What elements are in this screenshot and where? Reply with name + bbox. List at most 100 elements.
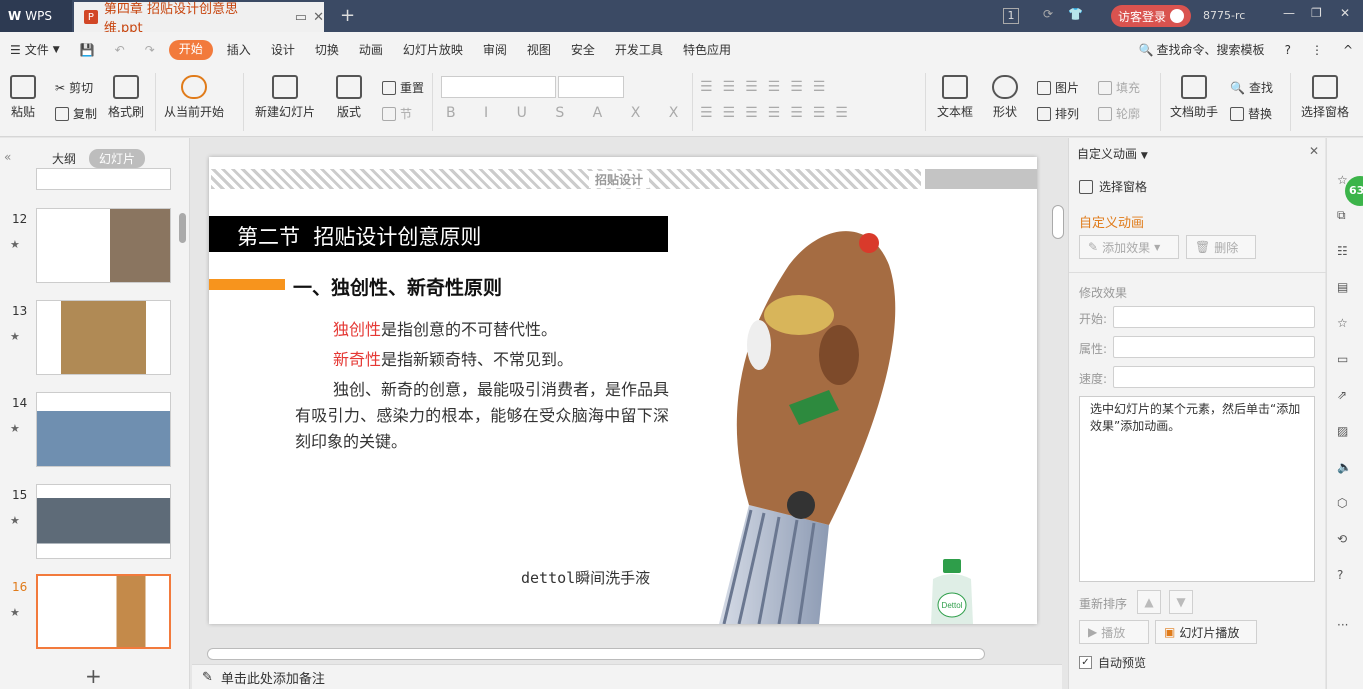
tab-review[interactable]: 审阅 (473, 32, 517, 67)
more-icon[interactable]: ⋮ (1301, 32, 1333, 67)
audio-icon[interactable]: 🔈 (1337, 460, 1352, 474)
archive-icon[interactable]: ▭ (1337, 352, 1348, 366)
select-pane-button[interactable]: 选择窗格 (1301, 75, 1349, 120)
speed-select[interactable] (1113, 366, 1315, 388)
slide-thumb[interactable] (36, 208, 171, 283)
avatar-icon (1170, 9, 1184, 23)
collapse-ribbon-icon[interactable]: ^ (1333, 32, 1363, 67)
backup-icon[interactable]: ▤ (1337, 280, 1348, 294)
tab-design[interactable]: 设计 (261, 32, 305, 67)
slideshow-button[interactable]: ▣ 幻灯片播放 (1155, 620, 1257, 644)
file-menu[interactable]: ☰ 文件 ▼ (0, 32, 70, 67)
tab-features[interactable]: 特色应用 (673, 32, 741, 67)
property-select[interactable] (1113, 336, 1315, 358)
from-current-button[interactable]: 从当前开始 (164, 75, 224, 120)
tab-view[interactable]: 视图 (517, 32, 561, 67)
effects-list[interactable]: 选中幻灯片的某个元素，然后单击“添加效果”添加动画。 (1079, 396, 1315, 582)
new-slide-button[interactable]: 新建幻灯片 (255, 75, 315, 120)
close-tab-icon[interactable]: ✕ (313, 10, 324, 25)
quick-redo-icon[interactable]: ↷ (135, 32, 165, 67)
auto-preview-checkbox[interactable]: ✓ 自动预览 (1079, 654, 1146, 671)
slide-thumb[interactable] (36, 484, 171, 559)
quick-save-icon[interactable]: 💾 (70, 32, 105, 67)
outline-button[interactable]: 轮廓 (1098, 105, 1140, 122)
textbox-label: 文本框 (937, 105, 974, 119)
tab-transition[interactable]: 切换 (305, 32, 349, 67)
tab-animation[interactable]: 动画 (349, 32, 393, 67)
add-slide-button[interactable]: + (85, 664, 102, 688)
tab-security[interactable]: 安全 (561, 32, 605, 67)
tab-home[interactable]: 开始 (168, 39, 213, 60)
doc-assistant-button[interactable]: 文档助手 (1170, 75, 1218, 120)
help-icon[interactable]: ? (1337, 568, 1343, 582)
search-command[interactable]: 🔍 查找命令、搜索模板 (1129, 32, 1275, 67)
slide-thumb[interactable] (36, 392, 171, 467)
font-style-buttons[interactable]: B I U S A X X (446, 105, 690, 121)
add-effect-button[interactable]: ✎ 添加效果 ▼ (1079, 235, 1179, 259)
wps-home-tab[interactable]: W WPS (0, 0, 72, 32)
animation-icon[interactable]: ☆ (1337, 173, 1348, 187)
tab-insert[interactable]: 插入 (217, 32, 261, 67)
cut-button[interactable]: ✂ 剪切 (55, 79, 93, 96)
skin-icon[interactable]: 👕 (1068, 7, 1083, 21)
tab-count-badge[interactable]: 1 (1003, 8, 1019, 24)
textbox-button[interactable]: 文本框 (937, 75, 973, 120)
quick-undo-icon[interactable]: ↶ (105, 32, 135, 67)
panel-header[interactable]: 自定义动画 ▼ (1077, 145, 1148, 162)
shape-button[interactable]: 形状 (992, 75, 1018, 120)
tab-outline[interactable]: 大纲 (52, 150, 76, 167)
properties-icon[interactable]: ☷ (1337, 244, 1348, 258)
minimize-icon[interactable]: — (1283, 6, 1295, 20)
image-icon[interactable]: ▨ (1337, 424, 1348, 438)
new-tab-button[interactable]: + (340, 5, 355, 26)
replace-button[interactable]: 替换 (1230, 105, 1272, 122)
slide-thumb[interactable] (36, 300, 171, 375)
document-tab[interactable]: P 第四章 招贴设计创意思维.ppt ▭ ✕ (74, 2, 324, 36)
layout-button[interactable]: 版式 (336, 75, 362, 120)
format-painter-button[interactable]: 格式刷 (108, 75, 144, 120)
move-down-button[interactable]: ▼ (1169, 590, 1193, 614)
favorite-icon[interactable]: ☆ (1337, 316, 1348, 330)
tab-slideshow[interactable]: 幻灯片放映 (393, 32, 473, 67)
reset-button[interactable]: 重置 (382, 79, 424, 96)
login-button[interactable]: 访客登录 (1111, 5, 1191, 27)
close-window-icon[interactable]: ✕ (1340, 6, 1350, 20)
collapse-panel-icon[interactable]: « (4, 150, 11, 164)
vertical-scrollbar[interactable] (1052, 205, 1064, 239)
find-button[interactable]: 🔍 查找 (1230, 79, 1273, 96)
help-icon[interactable]: ? (1275, 32, 1301, 67)
align-buttons[interactable]: ☰☰☰☰☰☰☰ (700, 105, 858, 121)
play-button[interactable]: ▶ 播放 (1079, 620, 1149, 644)
sync-icon[interactable]: ⟳ (1043, 7, 1053, 21)
start-select[interactable] (1113, 306, 1315, 328)
paragraph-buttons[interactable]: ☰☰☰☰☰☰ (700, 79, 835, 95)
delete-button[interactable]: 🗑 删除 (1186, 235, 1256, 259)
window-icon[interactable]: ▭ (295, 10, 307, 25)
restore-icon[interactable]: ❐ (1311, 6, 1322, 20)
tab-slides[interactable]: 幻灯片 (89, 149, 146, 168)
close-panel-icon[interactable]: ✕ (1309, 144, 1319, 158)
select-pane-link[interactable]: 选择窗格 (1079, 178, 1147, 195)
arrange-button[interactable]: 排列 (1037, 105, 1079, 122)
horizontal-scrollbar[interactable] (207, 648, 985, 660)
transition-icon[interactable]: ⧉ (1337, 208, 1346, 223)
shield-icon[interactable]: ⬡ (1337, 496, 1347, 510)
panel-scrollbar[interactable] (179, 213, 186, 243)
slide-thumb-active[interactable] (36, 574, 171, 649)
font-name-select[interactable] (441, 76, 556, 98)
slide[interactable]: 招贴设计 第二节 招贴设计创意原则 一、独创性、新奇性原则 独创性是指创意的不可… (209, 157, 1037, 624)
share-icon[interactable]: ⇗ (1337, 388, 1347, 402)
paste-button[interactable]: 粘贴 (10, 75, 36, 120)
section-label: 节 (400, 107, 413, 121)
history-icon[interactable]: ⟲ (1337, 532, 1347, 546)
notes-bar[interactable]: ✎ 单击此处添加备注 (192, 664, 1062, 689)
copy-button[interactable]: 复制 (55, 105, 97, 122)
more-icon[interactable]: ··· (1337, 618, 1348, 632)
fill-button[interactable]: 填充 (1098, 79, 1140, 96)
slide-thumb-partial[interactable] (36, 168, 171, 190)
section-button[interactable]: 节 (382, 105, 412, 122)
picture-button[interactable]: 图片 (1037, 79, 1079, 96)
move-up-button[interactable]: ▲ (1137, 590, 1161, 614)
font-size-select[interactable] (558, 76, 624, 98)
tab-developer[interactable]: 开发工具 (605, 32, 673, 67)
